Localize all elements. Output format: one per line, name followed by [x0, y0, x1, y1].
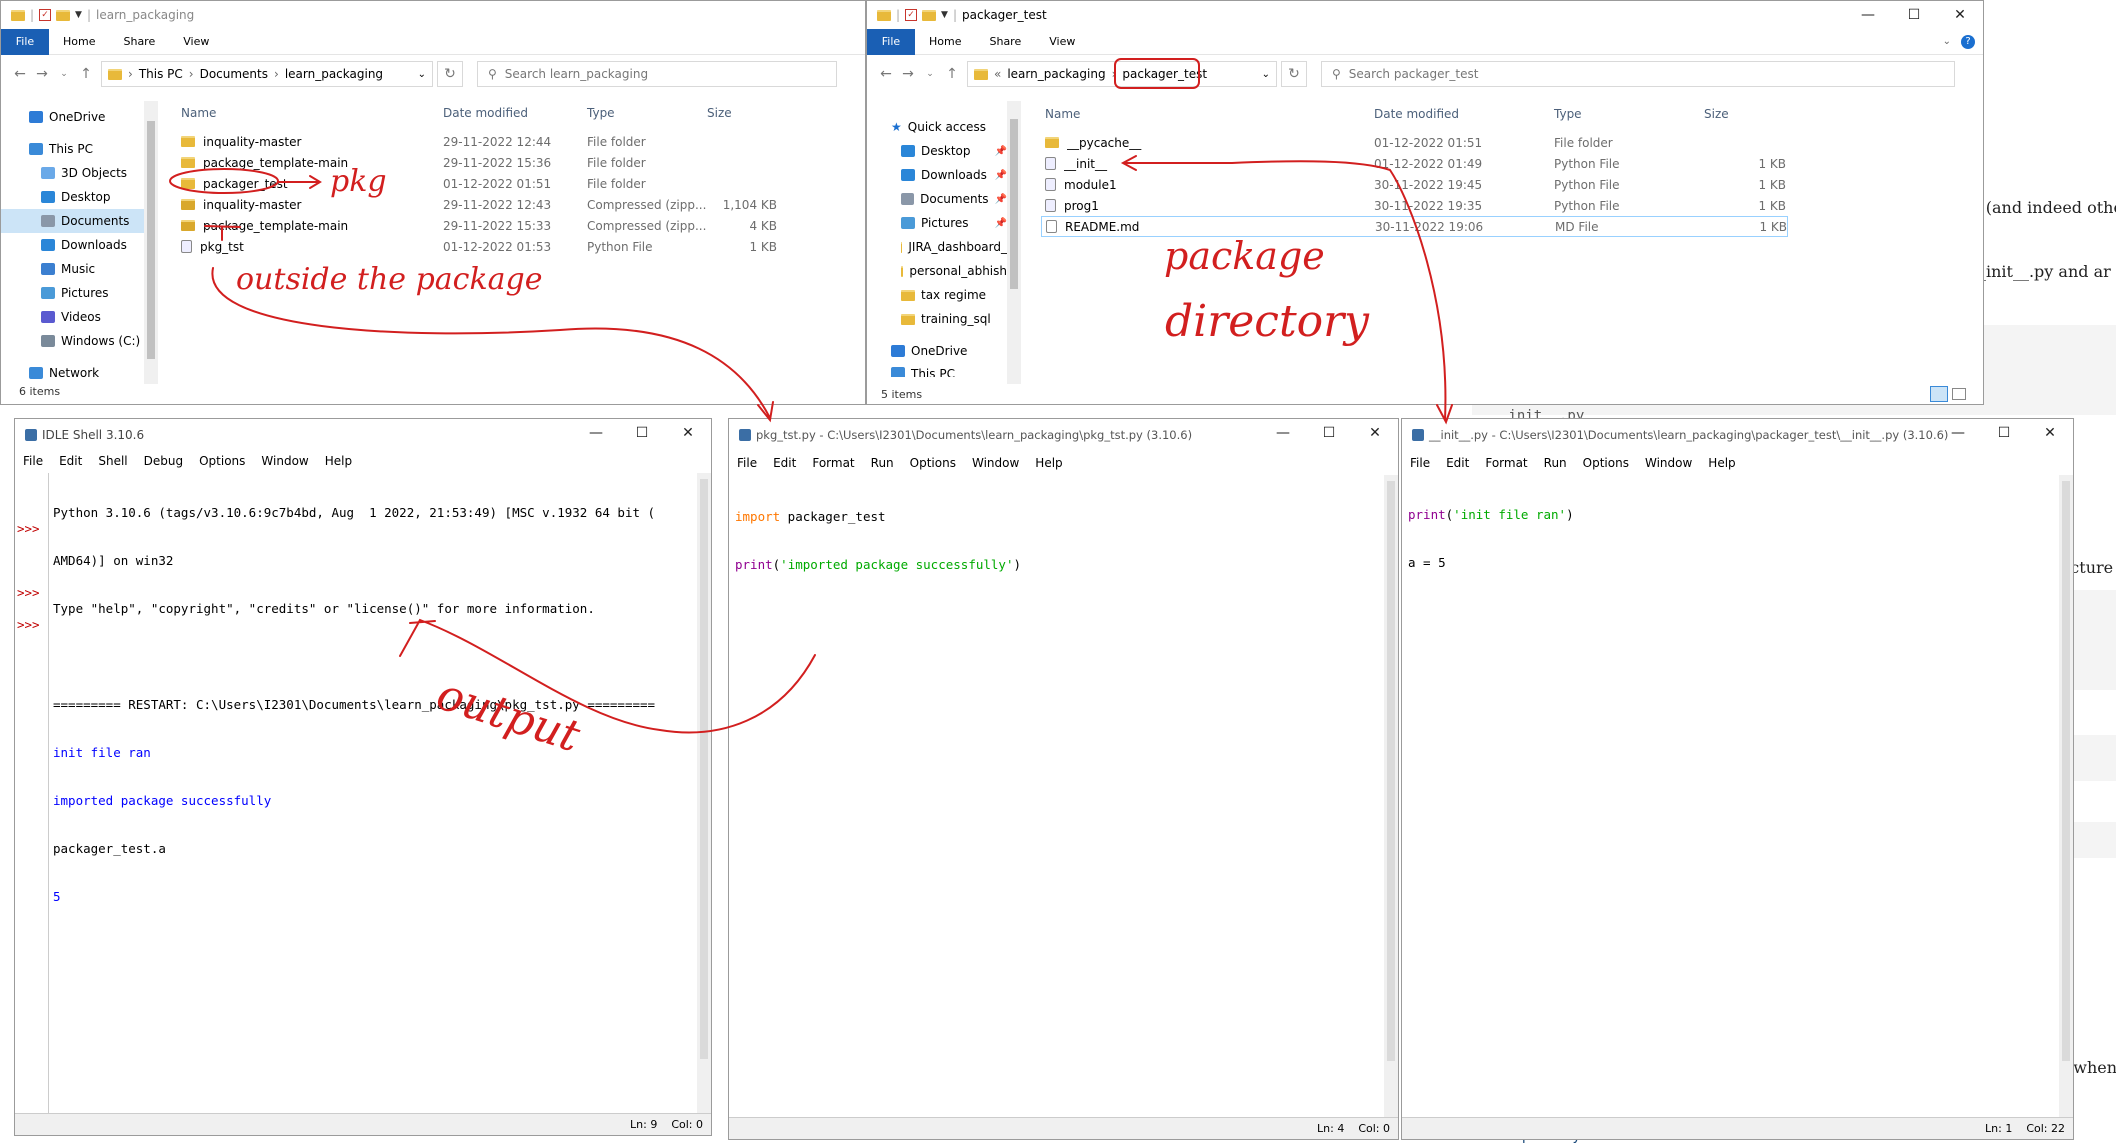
- annotation-outside-the-package: outside the package: [236, 262, 543, 297]
- annotation-box-breadcrumb: [1114, 58, 1200, 89]
- annotation-package: package: [1164, 234, 1325, 278]
- annotation-pkg: pkg: [330, 164, 387, 199]
- annotation-directory: directory: [1165, 296, 1370, 347]
- annotation-circle-packager-test: [169, 168, 279, 194]
- annotation-bracket: [204, 225, 241, 241]
- annotation-arrow-to-init: [1120, 155, 1453, 425]
- annotation-arrow-to-pkg: [278, 175, 322, 189]
- annotation-layer: [169, 58, 1453, 734]
